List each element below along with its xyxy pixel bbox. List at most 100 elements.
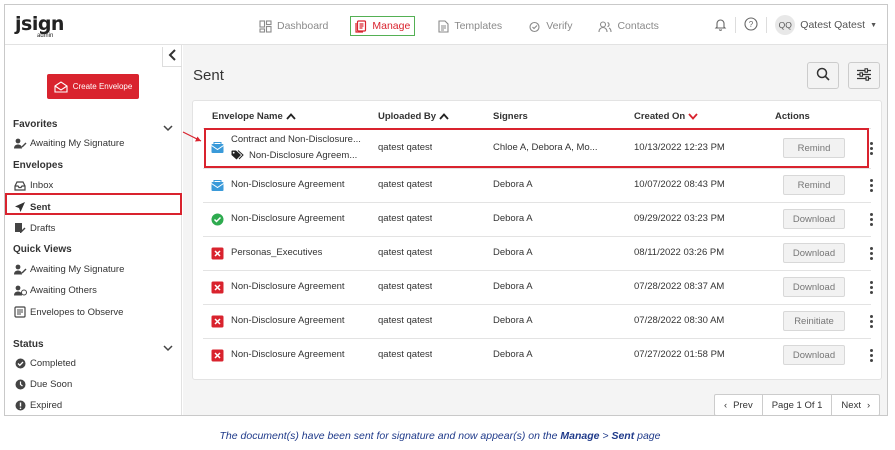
- column-uploaded-by[interactable]: Uploaded By: [378, 111, 449, 122]
- section-envelopes: Envelopes: [13, 160, 64, 171]
- sidebar-item-label: Awaiting My Signature: [30, 264, 125, 275]
- created-on: 08/11/2022 03:26 PM: [634, 247, 725, 258]
- templates-icon: [437, 19, 449, 33]
- chevron-down-icon[interactable]: [163, 123, 173, 135]
- caret-down-icon[interactable]: ▼: [870, 22, 877, 29]
- filter-button[interactable]: [848, 62, 880, 89]
- collapse-sidebar-button[interactable]: [162, 47, 182, 67]
- caption-text-end: page: [634, 430, 661, 442]
- created-on: 07/28/2022 08:37 AM: [634, 281, 725, 292]
- nav-dashboard[interactable]: Dashboard: [255, 16, 332, 36]
- nav-templates[interactable]: Templates: [433, 16, 506, 36]
- search-button[interactable]: [807, 62, 839, 89]
- envelope-name: Personas_Executives: [231, 247, 323, 258]
- signers: Debora A: [493, 315, 533, 326]
- reinitiate-button[interactable]: Reinitiate: [783, 311, 845, 331]
- column-actions: Actions: [775, 111, 810, 122]
- sidebar-item-favorite-awaiting-my-signature[interactable]: Awaiting My Signature: [13, 138, 124, 149]
- signers: Debora A: [493, 213, 533, 224]
- sidebar-item-label: Awaiting Others: [30, 285, 97, 296]
- more-options-icon[interactable]: [868, 314, 874, 329]
- more-options-icon[interactable]: [868, 280, 874, 295]
- sort-up-icon: [286, 113, 296, 120]
- bell-icon[interactable]: [714, 17, 727, 34]
- sidebar-item-envelopes-to-observe[interactable]: Envelopes to Observe: [13, 306, 123, 318]
- nav-right: ? QQ Qatest Qatest ▼: [714, 15, 877, 35]
- inbox-icon: [13, 180, 27, 191]
- sidebar-item-completed[interactable]: Completed: [13, 358, 76, 369]
- section-quick-views: Quick Views: [13, 244, 72, 255]
- more-options-icon[interactable]: [868, 212, 874, 227]
- created-on: 07/27/2022 01:58 PM: [634, 349, 725, 360]
- table-row[interactable]: Non-Disclosure Agreement qatest qatest D…: [193, 169, 883, 202]
- clock-icon: [13, 379, 27, 390]
- table-row[interactable]: Non-Disclosure Agreement qatest qatest D…: [193, 339, 883, 372]
- nav-manage-label: Manage: [372, 20, 411, 32]
- download-button[interactable]: Download: [783, 345, 845, 365]
- sidebar-item-drafts[interactable]: Drafts: [13, 222, 55, 234]
- chevron-left-icon: ‹: [724, 399, 728, 411]
- app-window: jsign admin Dashboard Manage Templates V…: [4, 4, 888, 416]
- chevron-right-icon: ›: [866, 399, 871, 411]
- nav-manage[interactable]: Manage: [350, 16, 416, 36]
- sidebar-item-due-soon[interactable]: Due Soon: [13, 379, 72, 390]
- sidebar-item-label: Inbox: [30, 180, 54, 191]
- sidebar-item-label: Due Soon: [30, 379, 73, 390]
- avatar[interactable]: QQ: [775, 15, 796, 35]
- declined-icon: [211, 247, 224, 260]
- sidebar-item-awaiting-others[interactable]: Awaiting Others: [13, 285, 97, 296]
- sidebar-item-inbox[interactable]: Inbox: [13, 180, 53, 191]
- observe-icon: [13, 306, 27, 318]
- table-row[interactable]: Non-Disclosure Agreement qatest qatest D…: [193, 305, 883, 338]
- more-options-icon[interactable]: [868, 178, 874, 193]
- table-row[interactable]: Non-Disclosure Agreement qatest qatest D…: [193, 203, 883, 236]
- more-options-icon[interactable]: [868, 246, 874, 261]
- envelope-name: Non-Disclosure Agreement: [231, 179, 345, 190]
- sliders-icon: [856, 67, 872, 84]
- nav-verify-label: Verify: [546, 20, 573, 32]
- svg-text:?: ?: [749, 20, 754, 29]
- column-created-on[interactable]: Created On: [634, 111, 698, 122]
- user-clock-icon: [13, 285, 27, 296]
- prev-page-button[interactable]: ‹ Prev: [715, 395, 763, 415]
- remind-button[interactable]: Remind: [783, 175, 845, 195]
- uploaded-by: qatest qatest: [378, 213, 433, 224]
- caption-separator: >: [599, 430, 612, 442]
- logo-subtitle: admin: [37, 33, 54, 39]
- download-button[interactable]: Download: [783, 243, 845, 263]
- user-name[interactable]: Qatest Qatest: [800, 19, 865, 31]
- next-page-button[interactable]: Next ›: [832, 395, 879, 415]
- download-button[interactable]: Download: [783, 277, 845, 297]
- sidebar-item-expired[interactable]: Expired: [13, 400, 62, 411]
- sidebar-item-label: Envelopes to Observe: [30, 306, 124, 318]
- column-signers[interactable]: Signers: [493, 111, 528, 122]
- top-navbar: jsign admin Dashboard Manage Templates V…: [5, 5, 887, 45]
- envelope-plus-icon: [54, 80, 68, 93]
- search-icon: [816, 67, 830, 84]
- declined-icon: [211, 349, 224, 362]
- table-row[interactable]: Personas_Executives qatest qatest Debora…: [193, 237, 883, 270]
- column-label: Uploaded By: [378, 111, 437, 122]
- column-envelope-name[interactable]: Envelope Name: [212, 111, 296, 122]
- highlight-row-box: [204, 128, 869, 168]
- chevron-down-icon[interactable]: [163, 343, 173, 355]
- uploaded-by: qatest qatest: [378, 349, 433, 360]
- nav-divider: [766, 17, 768, 33]
- nav-verify[interactable]: Verify: [524, 16, 576, 36]
- download-button[interactable]: Download: [783, 209, 845, 229]
- envelope-name: Non-Disclosure Agreement: [231, 315, 345, 326]
- caption-manage: Manage: [560, 430, 600, 442]
- drafts-icon: [13, 222, 27, 234]
- page-title: Sent: [193, 67, 224, 84]
- envelope-name: Non-Disclosure Agreement: [231, 281, 345, 292]
- sidebar-item-qv-awaiting-my-signature[interactable]: Awaiting My Signature: [13, 264, 124, 275]
- uploaded-by: qatest qatest: [378, 247, 433, 258]
- more-options-icon[interactable]: [868, 348, 874, 363]
- verify-icon: [528, 20, 541, 33]
- pagination: ‹ Prev Page 1 Of 1 Next ›: [714, 394, 881, 415]
- contacts-icon: [598, 20, 613, 33]
- help-icon[interactable]: ?: [744, 16, 758, 34]
- table-row[interactable]: Non-Disclosure Agreement qatest qatest D…: [193, 271, 883, 304]
- create-envelope-button[interactable]: Create Envelope: [47, 74, 139, 99]
- nav-contacts[interactable]: Contacts: [594, 16, 662, 36]
